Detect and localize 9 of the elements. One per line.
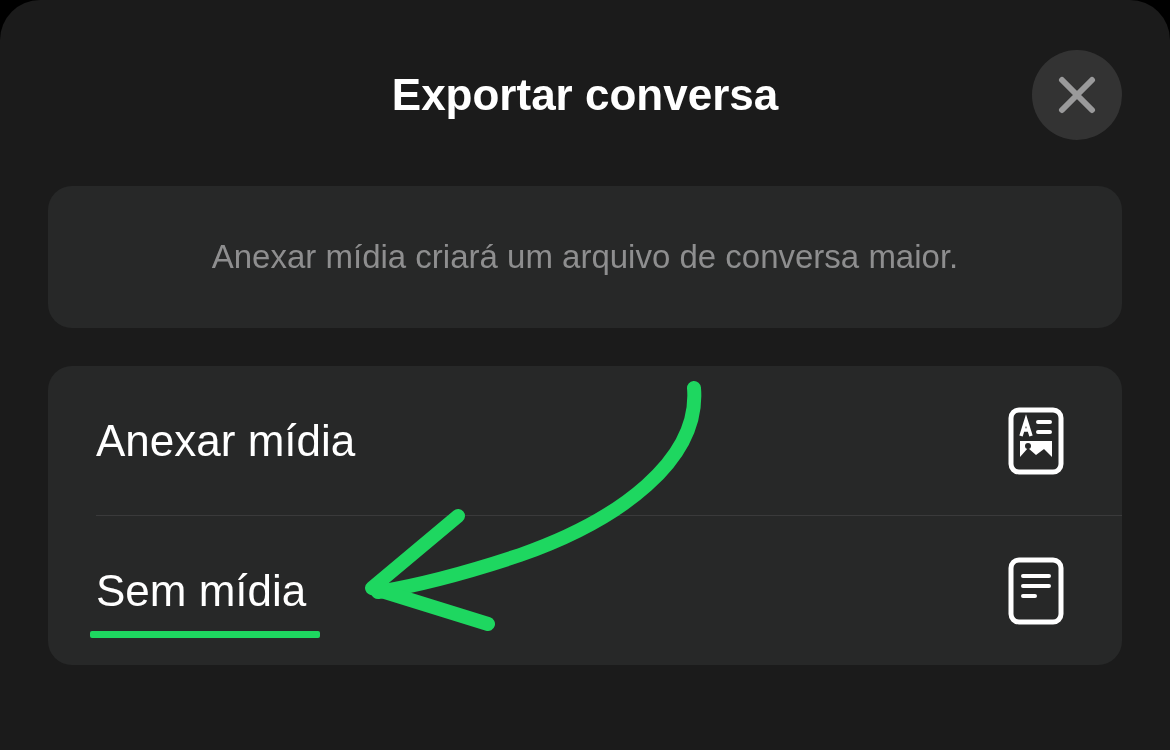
info-text: Anexar mídia criará um arquivo de conversa maior. [211,238,959,276]
sheet-title: Exportar conversa [391,70,779,120]
option-label: Sem mídia [96,565,307,616]
option-label: Anexar mídia [96,415,356,466]
document-image-icon [1008,406,1064,475]
document-icon [1008,556,1064,625]
option-item[interactable]: Sem mídia [96,515,1122,665]
option-item[interactable]: Anexar mídia [96,366,1122,515]
close-icon [1058,76,1096,114]
